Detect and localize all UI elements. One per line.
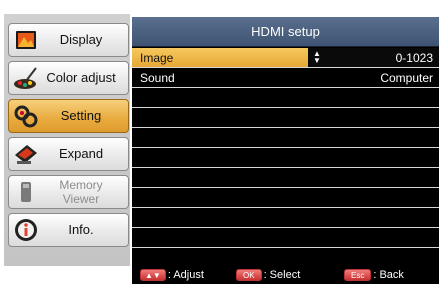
setting-row-image[interactable]: Image ▲ ▼ 0-1023 [132, 48, 439, 68]
sidebar: Display Color adjust Setting Expand Memo… [4, 14, 130, 266]
sidebar-item-label-line2: Viewer [62, 192, 100, 206]
back-guide-label: : Back [373, 269, 404, 281]
empty-row [132, 168, 439, 188]
setting-row-sound[interactable]: Sound Computer [132, 68, 439, 88]
panel-title: HDMI setup [132, 17, 439, 47]
ok-key-icon: OK [236, 269, 262, 281]
projector-menu-screen: Display Color adjust Setting Expand Memo… [0, 0, 442, 284]
empty-row [132, 108, 439, 128]
empty-row [132, 248, 439, 268]
settings-list: Image ▲ ▼ 0-1023 Sound Computer [132, 48, 439, 268]
sidebar-item-color-adjust[interactable]: Color adjust [8, 61, 129, 95]
sidebar-item-info[interactable]: Info. [8, 213, 129, 247]
empty-row [132, 88, 439, 108]
empty-row [132, 148, 439, 168]
empty-row [132, 188, 439, 208]
setting-value: Computer [380, 71, 433, 85]
sidebar-item-display[interactable]: Display [8, 23, 129, 57]
sidebar-item-label: Expand [58, 146, 104, 161]
sidebar-item-expand[interactable]: Expand [8, 137, 129, 171]
setting-value: 0-1023 [395, 51, 433, 65]
sidebar-item-setting[interactable]: Setting [8, 99, 129, 133]
sidebar-item-label: Color adjust [46, 70, 116, 85]
esc-key-icon: Esc [344, 269, 372, 281]
empty-row [132, 228, 439, 248]
setting-name: Image [140, 51, 174, 65]
adjust-key-icon: ▲▼ [140, 269, 166, 281]
info-icon [12, 216, 40, 244]
sidebar-item-label-line1: Memory [59, 178, 103, 192]
empty-row [132, 128, 439, 148]
sidebar-item-label: Setting [60, 108, 102, 123]
hdmi-setup-panel: HDMI setup Image ▲ ▼ 0-1023 Sound Compute… [132, 17, 439, 266]
back-guide: Esc : Back [344, 269, 404, 281]
up-down-arrows-icon: ▲ ▼ [313, 49, 321, 65]
memory-viewer-icon [12, 178, 40, 206]
adjust-guide-label: : Adjust [167, 269, 204, 281]
key-guide-footer: ▲▼ : Adjust OK : Select Esc : Back [132, 266, 439, 284]
sidebar-item-memory-viewer[interactable]: Memory Viewer [8, 175, 129, 209]
empty-row [132, 208, 439, 228]
color-adjust-icon [12, 64, 40, 92]
setting-icon [12, 102, 40, 130]
select-guide: OK : Select [236, 269, 300, 281]
display-icon [12, 26, 40, 54]
expand-icon [12, 140, 40, 168]
select-guide-label: : Select [263, 269, 301, 281]
setting-name: Sound [140, 71, 175, 85]
sidebar-item-label: Display [59, 32, 103, 47]
adjust-guide: ▲▼ : Adjust [140, 269, 204, 281]
sidebar-item-label: Info. [68, 222, 94, 237]
